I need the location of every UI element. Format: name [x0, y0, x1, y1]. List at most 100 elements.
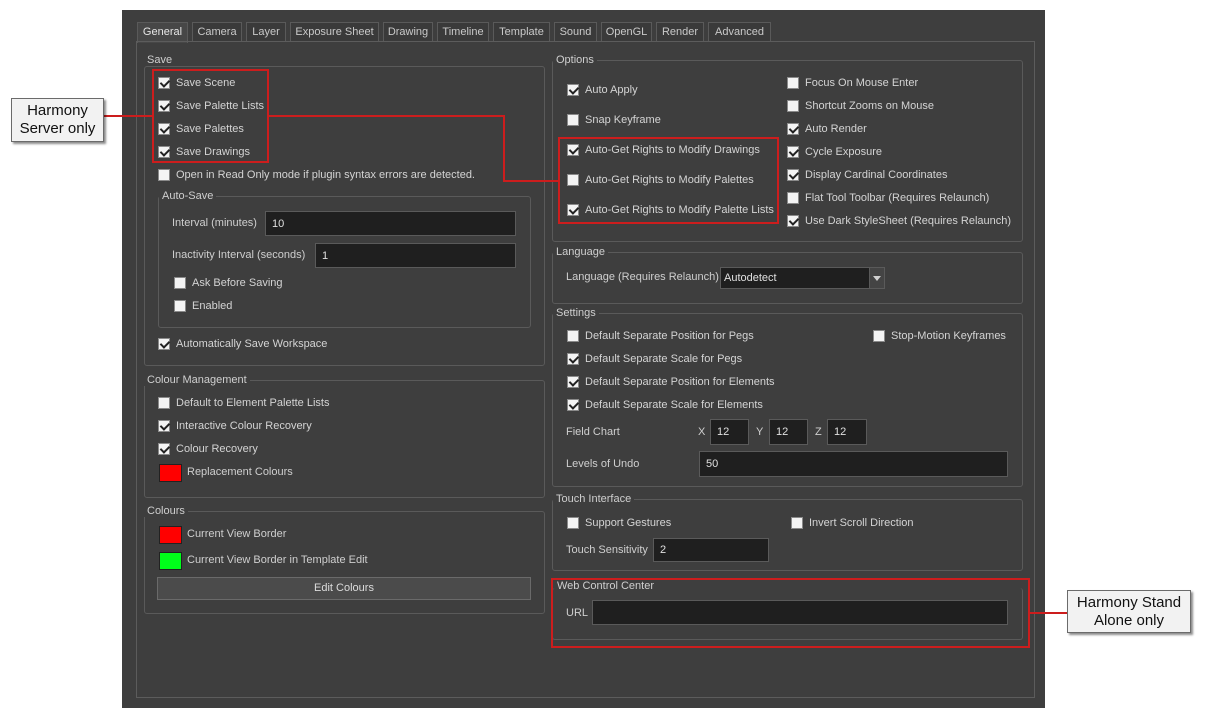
edit-colours-button[interactable]: Edit Colours	[157, 577, 531, 600]
auto-save-title: Auto-Save	[159, 190, 217, 202]
invert-scroll-checkbox[interactable]: Invert Scroll Direction	[791, 516, 914, 530]
cardinal-coordinates-checkbox[interactable]: Display Cardinal Coordinates	[787, 168, 947, 182]
options-title: Options	[553, 54, 597, 66]
checkbox-unchecked-icon	[787, 192, 799, 204]
ask-before-saving-label: Ask Before Saving	[192, 277, 283, 289]
template-view-border-swatch[interactable]	[159, 552, 182, 570]
read-only-mode-checkbox[interactable]: Open in Read Only mode if plugin syntax …	[158, 168, 475, 182]
shortcut-zooms-checkbox[interactable]: Shortcut Zooms on Mouse	[787, 99, 934, 113]
url-input[interactable]	[592, 600, 1008, 625]
rights-drawings-checkbox[interactable]: Auto-Get Rights to Modify Drawings	[567, 143, 760, 157]
save-palette-lists-checkbox[interactable]: Save Palette Lists	[158, 99, 264, 113]
tab-sound[interactable]: Sound	[554, 22, 597, 42]
touch-sensitivity-input[interactable]: 2	[653, 538, 769, 562]
checkbox-unchecked-icon	[567, 517, 579, 529]
checkbox-checked-icon	[158, 100, 170, 112]
auto-apply-checkbox[interactable]: Auto Apply	[567, 83, 638, 97]
checkbox-unchecked-icon	[567, 174, 579, 186]
sep-scale-elements-checkbox[interactable]: Default Separate Scale for Elements	[567, 398, 763, 412]
checkbox-checked-icon	[158, 338, 170, 350]
field-chart-y-input[interactable]: 12	[769, 419, 808, 445]
checkbox-unchecked-icon	[787, 100, 799, 112]
tab-general[interactable]: General	[137, 22, 188, 43]
auto-render-checkbox[interactable]: Auto Render	[787, 122, 867, 136]
touch-sensitivity-label: Touch Sensitivity	[566, 544, 648, 556]
save-drawings-label: Save Drawings	[176, 146, 250, 158]
sep-position-elements-checkbox[interactable]: Default Separate Position for Elements	[567, 375, 775, 389]
save-scene-checkbox[interactable]: Save Scene	[158, 76, 235, 90]
interactive-colour-recovery-checkbox[interactable]: Interactive Colour Recovery	[158, 419, 312, 433]
focus-mouse-enter-label: Focus On Mouse Enter	[805, 77, 919, 89]
rights-palette-lists-checkbox[interactable]: Auto-Get Rights to Modify Palette Lists	[567, 203, 774, 217]
checkbox-unchecked-icon	[567, 330, 579, 342]
auto-render-label: Auto Render	[805, 123, 867, 135]
tab-timeline[interactable]: Timeline	[437, 22, 489, 42]
field-chart-z-input[interactable]: 12	[827, 419, 867, 445]
default-element-palette-checkbox[interactable]: Default to Element Palette Lists	[158, 396, 329, 410]
colour-recovery-checkbox[interactable]: Colour Recovery	[158, 442, 258, 456]
tab-drawing[interactable]: Drawing	[383, 22, 433, 42]
sep-position-pegs-label: Default Separate Position for Pegs	[585, 330, 754, 342]
language-select[interactable]: Autodetect	[720, 267, 885, 289]
focus-mouse-enter-checkbox[interactable]: Focus On Mouse Enter	[787, 76, 918, 90]
checkbox-unchecked-icon	[567, 114, 579, 126]
flat-tool-toolbar-checkbox[interactable]: Flat Tool Toolbar (Requires Relaunch)	[787, 191, 989, 205]
checkbox-checked-icon	[787, 123, 799, 135]
save-palettes-checkbox[interactable]: Save Palettes	[158, 122, 244, 136]
dark-stylesheet-label: Use Dark StyleSheet (Requires Relaunch)	[805, 215, 1012, 227]
cycle-exposure-checkbox[interactable]: Cycle Exposure	[787, 145, 882, 159]
interval-input[interactable]: 10	[265, 211, 516, 236]
shortcut-zooms-label: Shortcut Zooms on Mouse	[805, 100, 935, 112]
checkbox-checked-icon	[787, 146, 799, 158]
sep-scale-pegs-checkbox[interactable]: Default Separate Scale for Pegs	[567, 352, 742, 366]
colour-recovery-label: Colour Recovery	[176, 443, 258, 455]
rights-palette-lists-label: Auto-Get Rights to Modify Palette Lists	[585, 204, 774, 216]
checkbox-checked-icon	[567, 84, 579, 96]
inactivity-label: Inactivity Interval (seconds)	[172, 249, 306, 261]
rights-palettes-checkbox[interactable]: Auto-Get Rights to Modify Palettes	[567, 173, 754, 187]
rights-drawings-label: Auto-Get Rights to Modify Drawings	[585, 144, 760, 156]
callout-connector	[104, 115, 152, 117]
snap-keyframe-checkbox[interactable]: Snap Keyframe	[567, 113, 661, 127]
callout-line: Server only	[19, 120, 96, 137]
harmony-standalone-only-callout: Harmony Stand Alone only	[1067, 590, 1191, 633]
support-gestures-checkbox[interactable]: Support Gestures	[567, 516, 671, 530]
callout-connector	[269, 115, 505, 117]
checkbox-checked-icon	[567, 376, 579, 388]
tab-exposure-sheet[interactable]: Exposure Sheet	[290, 22, 379, 42]
replacement-colour-swatch[interactable]	[159, 464, 182, 482]
save-group-title: Save	[147, 54, 173, 66]
sep-scale-elements-label: Default Separate Scale for Elements	[585, 399, 763, 411]
ask-before-saving-checkbox[interactable]: Ask Before Saving	[174, 276, 283, 290]
field-chart-x-input[interactable]: 12	[710, 419, 749, 445]
tab-advanced[interactable]: Advanced	[708, 22, 771, 42]
save-drawings-checkbox[interactable]: Save Drawings	[158, 145, 250, 159]
replacement-colours-label: Replacement Colours	[187, 466, 293, 478]
auto-apply-label: Auto Apply	[585, 84, 638, 96]
auto-save-enabled-checkbox[interactable]: Enabled	[174, 299, 232, 313]
checkbox-checked-icon	[158, 420, 170, 432]
stop-motion-keyframes-checkbox[interactable]: Stop-Motion Keyframes	[873, 329, 1006, 343]
stop-motion-keyframes-label: Stop-Motion Keyframes	[891, 330, 1006, 342]
tab-layer[interactable]: Layer	[246, 22, 286, 42]
tab-template[interactable]: Template	[493, 22, 550, 42]
tab-camera[interactable]: Camera	[192, 22, 242, 42]
callout-line: Harmony	[27, 102, 88, 119]
sep-position-elements-label: Default Separate Position for Elements	[585, 376, 775, 388]
sep-position-pegs-checkbox[interactable]: Default Separate Position for Pegs	[567, 329, 754, 343]
callout-connector	[1030, 612, 1067, 614]
dark-stylesheet-checkbox[interactable]: Use Dark StyleSheet (Requires Relaunch)	[787, 214, 1011, 228]
levels-of-undo-label: Levels of Undo	[566, 458, 640, 470]
language-label: Language (Requires Relaunch)	[566, 271, 719, 283]
levels-of-undo-input[interactable]: 50	[699, 451, 1008, 477]
inactivity-input[interactable]: 1	[315, 243, 516, 268]
snap-keyframe-label: Snap Keyframe	[585, 114, 661, 126]
tab-render[interactable]: Render	[656, 22, 704, 42]
invert-scroll-label: Invert Scroll Direction	[809, 517, 914, 529]
checkbox-checked-icon	[158, 77, 170, 89]
view-border-swatch[interactable]	[159, 526, 182, 544]
auto-save-workspace-checkbox[interactable]: Automatically Save Workspace	[158, 337, 327, 351]
tab-opengl[interactable]: OpenGL	[601, 22, 652, 42]
chevron-down-icon[interactable]	[869, 268, 884, 288]
checkbox-checked-icon	[567, 353, 579, 365]
